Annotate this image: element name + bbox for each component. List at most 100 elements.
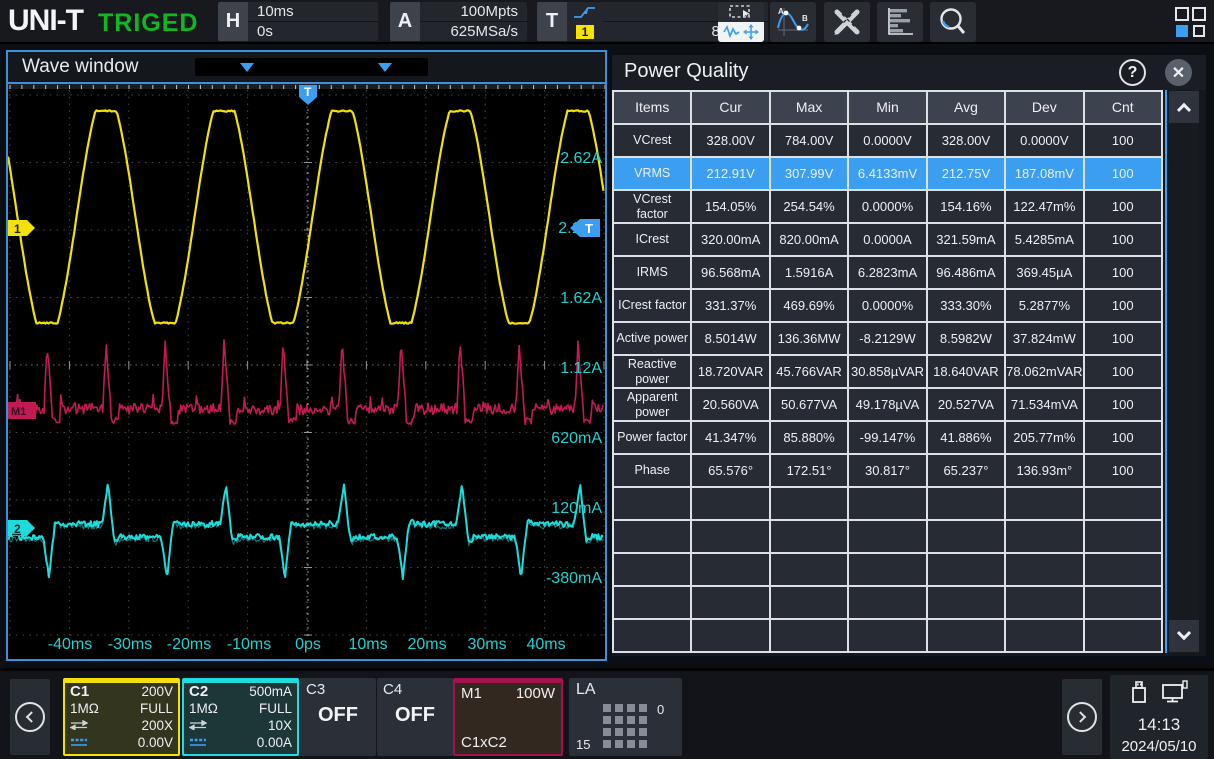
channel1-card[interactable]: C1200V 1MΩFULL 200X 0.00V: [63, 678, 180, 756]
ch1-position-marker[interactable]: [8, 220, 35, 236]
logic-analyzer-card[interactable]: LA 0 15: [569, 678, 682, 756]
pq-value-cell[interactable]: 100: [1085, 422, 1161, 453]
pq-item-cell[interactable]: ICrest: [614, 224, 690, 255]
pq-value-cell[interactable]: 45.766VAR: [771, 356, 847, 387]
pq-value-cell[interactable]: 100: [1085, 323, 1161, 354]
histogram-tool-button[interactable]: [877, 2, 923, 42]
select-zone-tool-button[interactable]: [718, 2, 764, 42]
pq-item-cell[interactable]: Reactive power: [614, 356, 690, 387]
pq-value-cell[interactable]: 49.178µVA: [849, 389, 925, 420]
pq-value-cell[interactable]: 20.527VA: [928, 389, 1004, 420]
pq-header-cell[interactable]: Cnt: [1085, 92, 1161, 123]
pq-item-cell[interactable]: Power factor: [614, 422, 690, 453]
pq-value-cell[interactable]: 78.062mVAR: [1006, 356, 1082, 387]
pq-value-cell[interactable]: 0.0000%: [849, 191, 925, 222]
pq-value-cell[interactable]: 333.30%: [928, 290, 1004, 321]
waveform-canvas[interactable]: 1M122.62A2.12A1.62A1.12A620mA120mA-380mA…: [8, 84, 605, 657]
pq-value-cell[interactable]: 5.2877%: [1006, 290, 1082, 321]
pq-value-cell[interactable]: 154.05%: [692, 191, 768, 222]
zoom-right-handle-icon[interactable]: [378, 63, 392, 72]
pq-value-cell[interactable]: 50.677VA: [771, 389, 847, 420]
pq-value-cell[interactable]: 154.16%: [928, 191, 1004, 222]
pq-value-cell[interactable]: 0.0000V: [1006, 125, 1082, 156]
window-layout-button[interactable]: [1174, 6, 1206, 38]
pq-value-cell[interactable]: 100: [1085, 290, 1161, 321]
pq-value-cell[interactable]: 320.00mA: [692, 224, 768, 255]
pq-value-cell[interactable]: 820.00mA: [771, 224, 847, 255]
pq-value-cell[interactable]: 254.54%: [771, 191, 847, 222]
pq-value-cell[interactable]: 469.69%: [771, 290, 847, 321]
pq-header-cell[interactable]: Cur: [692, 92, 768, 123]
pq-item-cell[interactable]: VCrest: [614, 125, 690, 156]
pq-value-cell[interactable]: 100: [1085, 356, 1161, 387]
pq-value-cell[interactable]: 321.59mA: [928, 224, 1004, 255]
pq-value-cell[interactable]: 71.534mVA: [1006, 389, 1082, 420]
pq-value-cell[interactable]: 85.880%: [771, 422, 847, 453]
pq-value-cell[interactable]: 1.5916A: [771, 257, 847, 288]
pq-value-cell[interactable]: 6.2823mA: [849, 257, 925, 288]
pq-header-cell[interactable]: Min: [849, 92, 925, 123]
pq-header-cell[interactable]: Max: [771, 92, 847, 123]
pq-value-cell[interactable]: 784.00V: [771, 125, 847, 156]
math-channel-card[interactable]: M1100W C1xC2: [453, 678, 563, 756]
pq-value-cell[interactable]: 136.93m°: [1006, 455, 1082, 486]
pq-item-cell[interactable]: Phase: [614, 455, 690, 486]
pq-value-cell[interactable]: 212.91V: [692, 158, 768, 189]
cursor-ab-tool-button[interactable]: AB: [770, 2, 816, 42]
pq-value-cell[interactable]: 30.817°: [849, 455, 925, 486]
pq-value-cell[interactable]: 8.5982W: [928, 323, 1004, 354]
pq-value-cell[interactable]: -99.147%: [849, 422, 925, 453]
channel3-card[interactable]: C3 OFF: [300, 678, 376, 756]
pq-value-cell[interactable]: 65.237°: [928, 455, 1004, 486]
pq-value-cell[interactable]: 41.347%: [692, 422, 768, 453]
pq-value-cell[interactable]: 100: [1085, 389, 1161, 420]
timebase-value[interactable]: 10ms: [248, 2, 378, 22]
close-icon[interactable]: ✕: [1165, 59, 1192, 86]
pq-value-cell[interactable]: 0.0000A: [849, 224, 925, 255]
next-page-button[interactable]: [1062, 679, 1102, 755]
pq-value-cell[interactable]: 96.486mA: [928, 257, 1004, 288]
pq-value-cell[interactable]: 96.568mA: [692, 257, 768, 288]
pq-header-cell[interactable]: Items: [614, 92, 690, 123]
pq-header-cell[interactable]: Avg: [928, 92, 1004, 123]
pq-item-cell[interactable]: Active power: [614, 323, 690, 354]
scroll-down-button[interactable]: [1169, 620, 1199, 652]
table-scrollbar[interactable]: [1165, 90, 1199, 653]
pq-value-cell[interactable]: 100: [1085, 125, 1161, 156]
ch2-position-marker[interactable]: [8, 520, 35, 536]
pq-value-cell[interactable]: 100: [1085, 224, 1161, 255]
pq-value-cell[interactable]: 172.51°: [771, 455, 847, 486]
pq-value-cell[interactable]: 65.576°: [692, 455, 768, 486]
sample-rate-value[interactable]: 625MSa/s: [420, 22, 527, 41]
pq-value-cell[interactable]: 100: [1085, 257, 1161, 288]
pq-value-cell[interactable]: 37.824mW: [1006, 323, 1082, 354]
measure-tool-button[interactable]: [824, 2, 870, 42]
pq-value-cell[interactable]: -8.2129W: [849, 323, 925, 354]
pq-value-cell[interactable]: 41.886%: [928, 422, 1004, 453]
pq-value-cell[interactable]: 8.5014W: [692, 323, 768, 354]
pq-value-cell[interactable]: 100: [1085, 455, 1161, 486]
acquire-settings-group[interactable]: A 100Mpts 625MSa/s: [390, 2, 527, 41]
zoom-left-handle-icon[interactable]: [240, 63, 254, 72]
horizontal-settings-group[interactable]: H 10ms 0s: [218, 2, 378, 41]
pq-value-cell[interactable]: 18.720VAR: [692, 356, 768, 387]
pq-value-cell[interactable]: 328.00V: [692, 125, 768, 156]
horizontal-offset-value[interactable]: 0s: [248, 22, 378, 41]
zoom-range-bar[interactable]: [195, 58, 428, 76]
scroll-up-button[interactable]: [1169, 91, 1199, 123]
pq-value-cell[interactable]: 20.560VA: [692, 389, 768, 420]
pq-value-cell[interactable]: 212.75V: [928, 158, 1004, 189]
pq-value-cell[interactable]: 307.99V: [771, 158, 847, 189]
channel2-card[interactable]: C2500mA 1MΩFULL 10X 0.00A: [182, 678, 299, 756]
pq-value-cell[interactable]: 18.640VAR: [928, 356, 1004, 387]
pq-value-cell[interactable]: 187.08mV: [1006, 158, 1082, 189]
pq-value-cell[interactable]: 331.37%: [692, 290, 768, 321]
pq-value-cell[interactable]: 6.4133mV: [849, 158, 925, 189]
pq-value-cell[interactable]: 0.0000V: [849, 125, 925, 156]
pq-value-cell[interactable]: 5.4285mA: [1006, 224, 1082, 255]
pq-item-cell[interactable]: Apparent power: [614, 389, 690, 420]
pq-value-cell[interactable]: 100: [1085, 158, 1161, 189]
help-icon[interactable]: ?: [1119, 59, 1146, 86]
search-tool-button[interactable]: [930, 2, 976, 42]
pq-item-cell[interactable]: VRMS: [614, 158, 690, 189]
